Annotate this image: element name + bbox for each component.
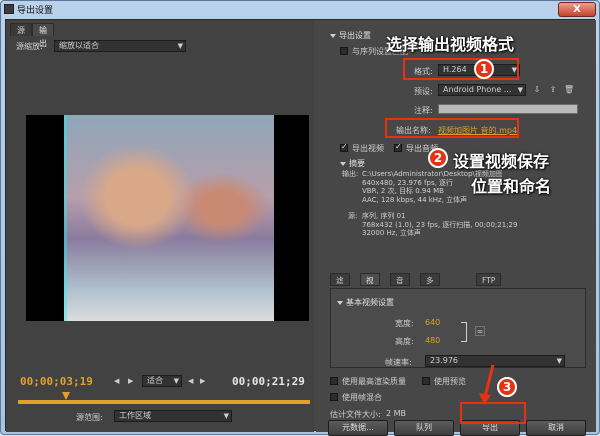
mark-in-icon[interactable]: ◀: [114, 377, 119, 385]
current-timecode[interactable]: 00;00;03;19: [20, 375, 93, 388]
export-settings-header[interactable]: 导出设置: [330, 30, 371, 41]
preview-frame-image: [64, 115, 274, 321]
use-preview-label: 使用预览: [434, 377, 466, 386]
source-range-select[interactable]: 工作区域 ▼: [114, 410, 232, 422]
link-bracket: [461, 322, 467, 342]
preset-label: 预设:: [414, 87, 433, 96]
comment-label: 注释:: [414, 106, 433, 115]
window-title: 导出设置: [17, 6, 54, 16]
use-preview-checkbox[interactable]: [422, 377, 430, 385]
match-sequence-checkbox[interactable]: [340, 47, 348, 55]
summary-header[interactable]: 摘要: [340, 158, 365, 169]
tab-output[interactable]: 输出: [32, 23, 54, 48]
chevron-down-icon: ▼: [177, 42, 183, 50]
collapse-triangle-icon: [340, 161, 346, 166]
source-scale-label: 源缩放:: [16, 42, 43, 51]
export-highlight-box: [460, 402, 526, 424]
export-video-checkbox[interactable]: [340, 142, 348, 152]
tab-source[interactable]: 源: [10, 23, 32, 36]
file-size-label: 估计文件大小:: [330, 410, 381, 419]
step3-arrow-icon: [479, 364, 495, 405]
preview-panel: 源 输出 源缩放: 缩放以适合 ▼ 00;00;03;19 ◀ ▶ 适合 ▼ ◀…: [6, 20, 314, 432]
import-preset-icon[interactable]: ⇪: [548, 85, 558, 95]
settings-panel: 导出设置 与序列设置匹配 格式: H.264 ▼ 预设: Android Pho…: [316, 20, 596, 432]
metadata-button[interactable]: 元数据...: [328, 420, 388, 436]
width-value[interactable]: 640: [425, 318, 440, 327]
chevron-down-icon: ▼: [173, 377, 179, 385]
tab-video[interactable]: 视频: [360, 273, 380, 298]
step2-annotation-line2: 位置和命名: [471, 177, 552, 196]
framerate-value: 23.976: [430, 356, 458, 365]
chevron-down-icon: ▼: [556, 357, 562, 365]
chevron-down-icon: ▼: [223, 412, 229, 420]
export-settings-window: 导出设置 X 源 输出 源缩放: 缩放以适合 ▼ 00;00;03;19 ◀ ▶…: [0, 0, 600, 436]
queue-button[interactable]: 队列: [394, 420, 454, 436]
title-bar: 导出设置 X: [1, 1, 599, 17]
source-range-label: 源范围:: [76, 413, 103, 422]
fit-value: 适合: [147, 376, 163, 385]
preset-select[interactable]: Android Phone ... ▼: [438, 84, 526, 96]
export-video-label: 导出视频: [352, 144, 384, 153]
source-scale-select[interactable]: 缩放以适合 ▼: [54, 40, 186, 52]
comment-field[interactable]: [438, 104, 578, 114]
height-label: 高度:: [395, 337, 414, 346]
step2-annotation-line1: 设置视频保存: [453, 152, 550, 171]
video-preview: [26, 115, 309, 321]
max-quality-checkbox[interactable]: [330, 377, 338, 385]
playhead-handle[interactable]: [62, 392, 70, 400]
fit-select[interactable]: 适合 ▼: [142, 375, 182, 387]
total-timecode: 00;00;21;29: [232, 375, 305, 388]
app-icon: [4, 4, 14, 14]
tab-filters[interactable]: 滤镜: [330, 273, 350, 298]
dialog-body: 源 输出 源缩放: 缩放以适合 ▼ 00;00;03;19 ◀ ▶ 适合 ▼ ◀…: [5, 19, 596, 436]
step1-annotation: 选择输出视频格式: [386, 35, 515, 54]
preset-value: Android Phone ...: [443, 85, 512, 94]
collapse-triangle-icon: [337, 300, 343, 305]
source-range-value: 工作区域: [119, 411, 151, 420]
source-scale-value: 缩放以适合: [59, 41, 99, 50]
next-frame-icon[interactable]: ▶: [200, 377, 205, 385]
output-name-highlight-box: [385, 118, 519, 138]
step2-badge: 2: [428, 148, 448, 168]
export-audio-checkbox[interactable]: [394, 142, 402, 152]
step1-badge: 1: [474, 59, 494, 79]
framerate-label: 帧速率:: [385, 358, 412, 367]
collapse-triangle-icon: [330, 33, 336, 38]
prev-frame-icon[interactable]: ◀: [188, 377, 193, 385]
tab-multiplexer[interactable]: 多路复用器: [420, 273, 440, 337]
max-quality-label: 使用最高渲染质量: [342, 377, 406, 386]
tab-audio[interactable]: 音频: [390, 273, 410, 298]
summary-source-lines: 序列, 序列 01 768x432 (1.0), 23 fps, 逐行扫描, 0…: [362, 212, 518, 237]
summary-source-label: 源:: [348, 212, 358, 220]
cancel-button[interactable]: 取消: [526, 420, 586, 436]
delete-preset-icon[interactable]: 🗑: [564, 85, 574, 95]
height-value[interactable]: 480: [425, 336, 440, 345]
chevron-down-icon: ▼: [517, 86, 523, 94]
width-label: 宽度:: [395, 319, 414, 328]
save-preset-icon[interactable]: ⇩: [532, 85, 542, 95]
frame-blend-label: 使用帧混合: [342, 393, 382, 402]
file-size-value: 2 MB: [386, 409, 407, 418]
close-button[interactable]: X: [558, 2, 596, 17]
basic-video-header[interactable]: 基本视频设置: [337, 297, 394, 308]
tab-ftp[interactable]: FTP: [476, 273, 502, 286]
frame-blend-checkbox[interactable]: [330, 393, 338, 401]
summary-output-label: 输出:: [342, 170, 359, 178]
link-chain-icon[interactable]: ∞: [475, 326, 485, 336]
video-settings-panel: 基本视频设置 宽度: 640 高度: 480 ∞ 帧速率: 23.976 ▼: [330, 288, 586, 368]
format-highlight-box: [403, 58, 519, 80]
mark-out-icon[interactable]: ▶: [128, 377, 133, 385]
timeline-bar[interactable]: [18, 400, 310, 404]
